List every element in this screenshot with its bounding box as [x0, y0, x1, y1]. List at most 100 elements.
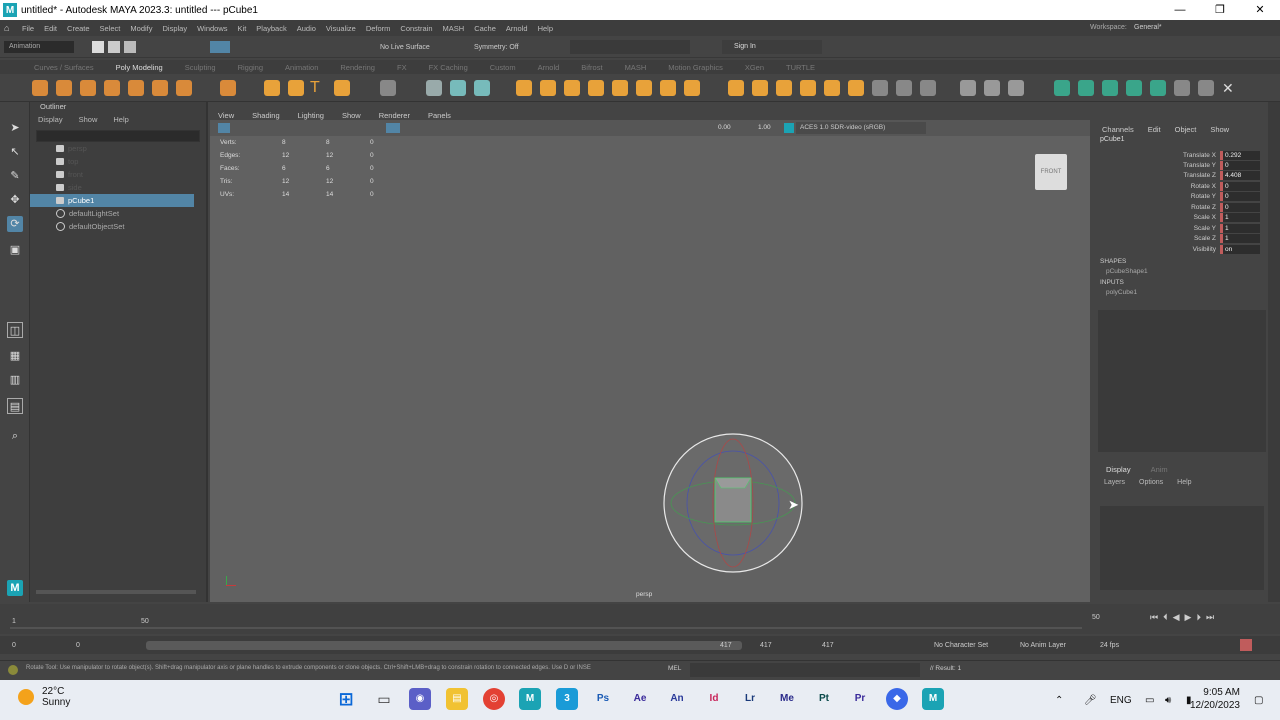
current-frame-field[interactable]: 50	[1092, 614, 1100, 621]
after-effects-icon[interactable]: Ae	[629, 688, 651, 710]
attr-scale-y[interactable]: Scale Y1	[1094, 223, 1270, 233]
menu-create[interactable]: Create	[67, 24, 90, 33]
bridge-icon[interactable]	[564, 80, 580, 96]
shelf-tab-mash[interactable]: MASH	[625, 63, 647, 72]
outliner-item-persp[interactable]: persp	[30, 142, 206, 155]
shelf-tab-xgen[interactable]: XGen	[745, 63, 764, 72]
side-view-icon[interactable]: ▥	[7, 372, 23, 388]
menu-windows[interactable]: Windows	[197, 24, 227, 33]
microphone-icon[interactable]: 🎤︎	[1084, 680, 1097, 720]
menu-select[interactable]: Select	[100, 24, 121, 33]
menuset-dropdown[interactable]: Animation	[4, 41, 74, 53]
merge-icon[interactable]	[872, 80, 888, 96]
single-view-icon[interactable]: ◫	[7, 322, 23, 338]
script-editor-icon[interactable]	[8, 665, 18, 675]
premiere-icon[interactable]: Pr	[849, 688, 871, 710]
rotate-tool-icon[interactable]: ⟳	[7, 216, 23, 232]
cut-uv-icon[interactable]	[1102, 80, 1118, 96]
viewport-menu-show[interactable]: Show	[342, 111, 361, 120]
poly-torus-icon[interactable]	[128, 80, 144, 96]
type-icon[interactable]	[288, 80, 304, 96]
channelbox-menu-channels[interactable]: Channels	[1102, 125, 1134, 134]
attr-rotate-x[interactable]: Rotate X0	[1094, 181, 1270, 191]
playback-end-field[interactable]: 417	[822, 642, 834, 649]
viewport-menu-shading[interactable]: Shading	[252, 111, 280, 120]
text-tool-icon[interactable]: T	[310, 80, 326, 96]
mel-label[interactable]: MEL	[668, 665, 681, 672]
outliner-scrollbar[interactable]	[36, 590, 196, 594]
combine-icon[interactable]	[426, 80, 442, 96]
outliner-menu-help[interactable]: Help	[113, 115, 128, 124]
bevel-icon[interactable]	[540, 80, 556, 96]
layer-list[interactable]	[1100, 506, 1264, 590]
move-tool-icon[interactable]: ✥	[7, 192, 23, 208]
uv-grid-icon[interactable]	[1198, 80, 1214, 96]
shelf-tab-sculpting[interactable]: Sculpting	[185, 63, 216, 72]
poly-cone-icon[interactable]	[104, 80, 120, 96]
menu-visualize[interactable]: Visualize	[326, 24, 356, 33]
minimize-button[interactable]: —	[1160, 0, 1200, 20]
new-scene-icon[interactable]	[92, 41, 104, 53]
boolean-icon[interactable]	[474, 80, 490, 96]
shape-node[interactable]: pCubeShape1	[1106, 268, 1148, 275]
super-shape-icon[interactable]	[220, 80, 236, 96]
svg-icon[interactable]	[334, 80, 350, 96]
menu-playback[interactable]: Playback	[256, 24, 286, 33]
edge-icon[interactable]: ◆	[886, 688, 908, 710]
paint-select-icon[interactable]: ✎	[7, 168, 23, 184]
viewport-menu-view[interactable]: View	[218, 111, 234, 120]
scale-tool-icon[interactable]: ▣	[7, 242, 23, 258]
wireframe-shaded-icon[interactable]	[386, 123, 400, 133]
quadrangulate-icon[interactable]	[824, 80, 840, 96]
reduce-icon[interactable]	[776, 80, 792, 96]
mirror-icon[interactable]	[848, 80, 864, 96]
poly-cylinder-icon[interactable]	[80, 80, 96, 96]
character-set-dropdown[interactable]: No Character Set	[934, 642, 988, 649]
maya-home-icon[interactable]: M	[7, 580, 23, 596]
colorspace-dropdown[interactable]: ACES 1.0 SDR-video (sRGB)	[796, 122, 926, 134]
poly-plane-icon[interactable]	[152, 80, 168, 96]
layer-menu-options[interactable]: Options	[1139, 479, 1163, 486]
sign-in-dropdown[interactable]: Sign In	[722, 40, 822, 54]
tray-overflow-icon[interactable]: ⌃	[1055, 680, 1063, 720]
anim-layer-dropdown[interactable]: No Anim Layer	[1020, 642, 1066, 649]
search-icon[interactable]: ⌕	[7, 428, 23, 444]
menu-audio[interactable]: Audio	[297, 24, 316, 33]
maya-window-icon[interactable]: M	[922, 688, 944, 710]
render-icons[interactable]	[570, 40, 690, 54]
attr-rotate-y[interactable]: Rotate Y0	[1094, 191, 1270, 201]
center-pivot-icon[interactable]	[896, 80, 912, 96]
insert-edge-loop-icon[interactable]	[660, 80, 676, 96]
workspace-dropdown[interactable]: General*	[1134, 24, 1162, 31]
chrome-icon[interactable]: ◎	[483, 688, 505, 710]
shelf-tab-motion-graphics[interactable]: Motion Graphics	[668, 63, 723, 72]
range-inner-start-field[interactable]: 0	[76, 642, 80, 649]
channelbox-menu-edit[interactable]: Edit	[1148, 125, 1161, 134]
triangulate-icon[interactable]	[800, 80, 816, 96]
time-slider[interactable]: 1 50 50 ⏮⏴◀▶⏵⏭	[0, 604, 1280, 634]
range-slider[interactable]: 0 0 417 417 417 No Character Set No Anim…	[0, 636, 1280, 654]
shelf-tab-rigging[interactable]: Rigging	[238, 63, 263, 72]
indesign-icon[interactable]: Id	[703, 688, 725, 710]
maya-taskbar-icon[interactable]: M	[519, 688, 541, 710]
menu-arnold[interactable]: Arnold	[506, 24, 528, 33]
sweep-mesh-icon[interactable]	[264, 80, 280, 96]
camera-select-icon[interactable]	[218, 123, 230, 133]
average-vertices-icon[interactable]	[752, 80, 768, 96]
photoshop-icon[interactable]: Ps	[592, 688, 614, 710]
gamma-field[interactable]: 1.00	[758, 124, 771, 131]
auto-key-icon[interactable]	[1240, 639, 1252, 651]
open-scene-icon[interactable]	[108, 41, 120, 53]
attr-visibility[interactable]: Visibility on	[1094, 244, 1270, 254]
planar-uv-icon[interactable]	[1054, 80, 1070, 96]
fill-hole-icon[interactable]	[612, 80, 628, 96]
exposure-field[interactable]: 0.00	[718, 124, 731, 131]
lightroom-icon[interactable]: Lr	[739, 688, 761, 710]
unfold-uv-icon[interactable]	[1150, 80, 1166, 96]
select-tool-icon[interactable]: ➤	[7, 120, 23, 136]
menu-edit[interactable]: Edit	[44, 24, 57, 33]
range-start-field[interactable]: 0	[12, 642, 16, 649]
attr-rotate-z[interactable]: Rotate Z0	[1094, 202, 1270, 212]
smooth-icon[interactable]	[728, 80, 744, 96]
range-end-field[interactable]: 417	[760, 642, 772, 649]
